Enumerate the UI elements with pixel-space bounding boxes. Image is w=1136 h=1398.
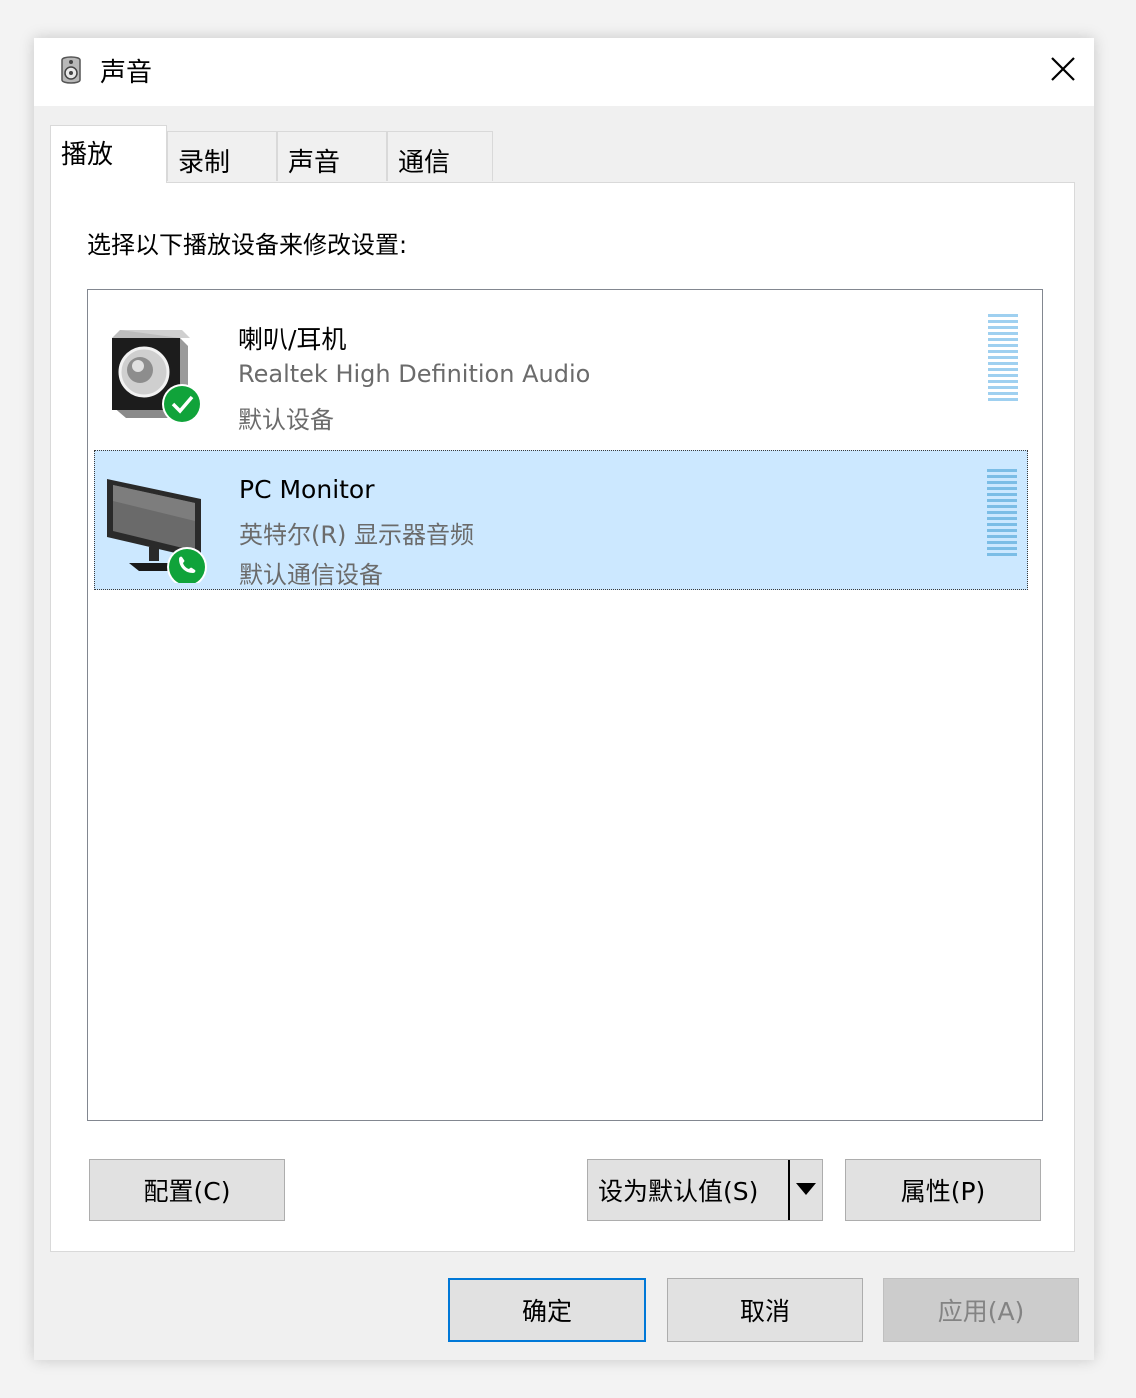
tab-playback[interactable]: 播放 bbox=[50, 125, 167, 183]
tab-label: 录制 bbox=[178, 148, 231, 178]
speaker-icon bbox=[112, 330, 202, 424]
playback-panel: 选择以下播放设备来修改设置: 喇叭/耳机 Realtek High Defini… bbox=[50, 182, 1075, 1252]
device-status: 默认通信设备 bbox=[239, 561, 383, 589]
device-list[interactable]: 喇叭/耳机 Realtek High Definition Audio 默认设备 bbox=[87, 289, 1043, 1121]
device-item-pc-monitor[interactable]: PC Monitor 英特尔(R) 显示器音频 默认通信设备 bbox=[94, 450, 1028, 590]
tab-recording[interactable]: 录制 bbox=[167, 131, 277, 181]
button-label: 应用(A) bbox=[937, 1297, 1025, 1326]
button-label: 配置(C) bbox=[143, 1177, 231, 1206]
ok-button[interactable]: 确定 bbox=[448, 1278, 646, 1342]
tab-label: 声音 bbox=[288, 148, 341, 178]
properties-button[interactable]: 属性(P) bbox=[845, 1159, 1041, 1221]
close-icon bbox=[1051, 57, 1075, 81]
close-button[interactable] bbox=[1032, 38, 1094, 100]
instruction-text: 选择以下播放设备来修改设置: bbox=[87, 231, 408, 259]
title-bar: 声音 bbox=[34, 38, 1094, 106]
tab-communications[interactable]: 通信 bbox=[387, 131, 493, 181]
sound-dialog: 声音 播放 录制 声音 通信 选择以下播放设备来修改设置: 喇叭/耳机 Real… bbox=[34, 38, 1094, 1360]
set-default-dropdown[interactable] bbox=[788, 1160, 822, 1220]
button-label: 确定 bbox=[521, 1297, 572, 1326]
device-status: 默认设备 bbox=[238, 406, 334, 434]
window-title: 声音 bbox=[100, 58, 153, 88]
cancel-button[interactable]: 取消 bbox=[667, 1278, 863, 1342]
volume-meter bbox=[988, 314, 1018, 401]
button-label: 设为默认值(S) bbox=[598, 1177, 759, 1206]
monitor-icon bbox=[107, 479, 207, 583]
tab-label: 播放 bbox=[61, 140, 114, 170]
dropdown-arrow-icon bbox=[796, 1183, 816, 1195]
device-name: PC Monitor bbox=[239, 475, 375, 504]
button-label: 取消 bbox=[739, 1297, 790, 1326]
apply-button[interactable]: 应用(A) bbox=[883, 1278, 1079, 1342]
device-driver: 英特尔(R) 显示器音频 bbox=[239, 521, 475, 549]
device-name: 喇叭/耳机 bbox=[238, 325, 347, 354]
set-default-button[interactable]: 设为默认值(S) bbox=[587, 1159, 823, 1221]
device-item-speakers[interactable]: 喇叭/耳机 Realtek High Definition Audio 默认设备 bbox=[94, 296, 1028, 436]
configure-button[interactable]: 配置(C) bbox=[89, 1159, 285, 1221]
speaker-app-icon bbox=[61, 56, 81, 84]
tab-sounds[interactable]: 声音 bbox=[277, 131, 387, 181]
button-label: 属性(P) bbox=[900, 1177, 986, 1206]
device-driver: Realtek High Definition Audio bbox=[238, 360, 591, 388]
volume-meter bbox=[987, 469, 1017, 556]
tab-label: 通信 bbox=[398, 148, 451, 178]
